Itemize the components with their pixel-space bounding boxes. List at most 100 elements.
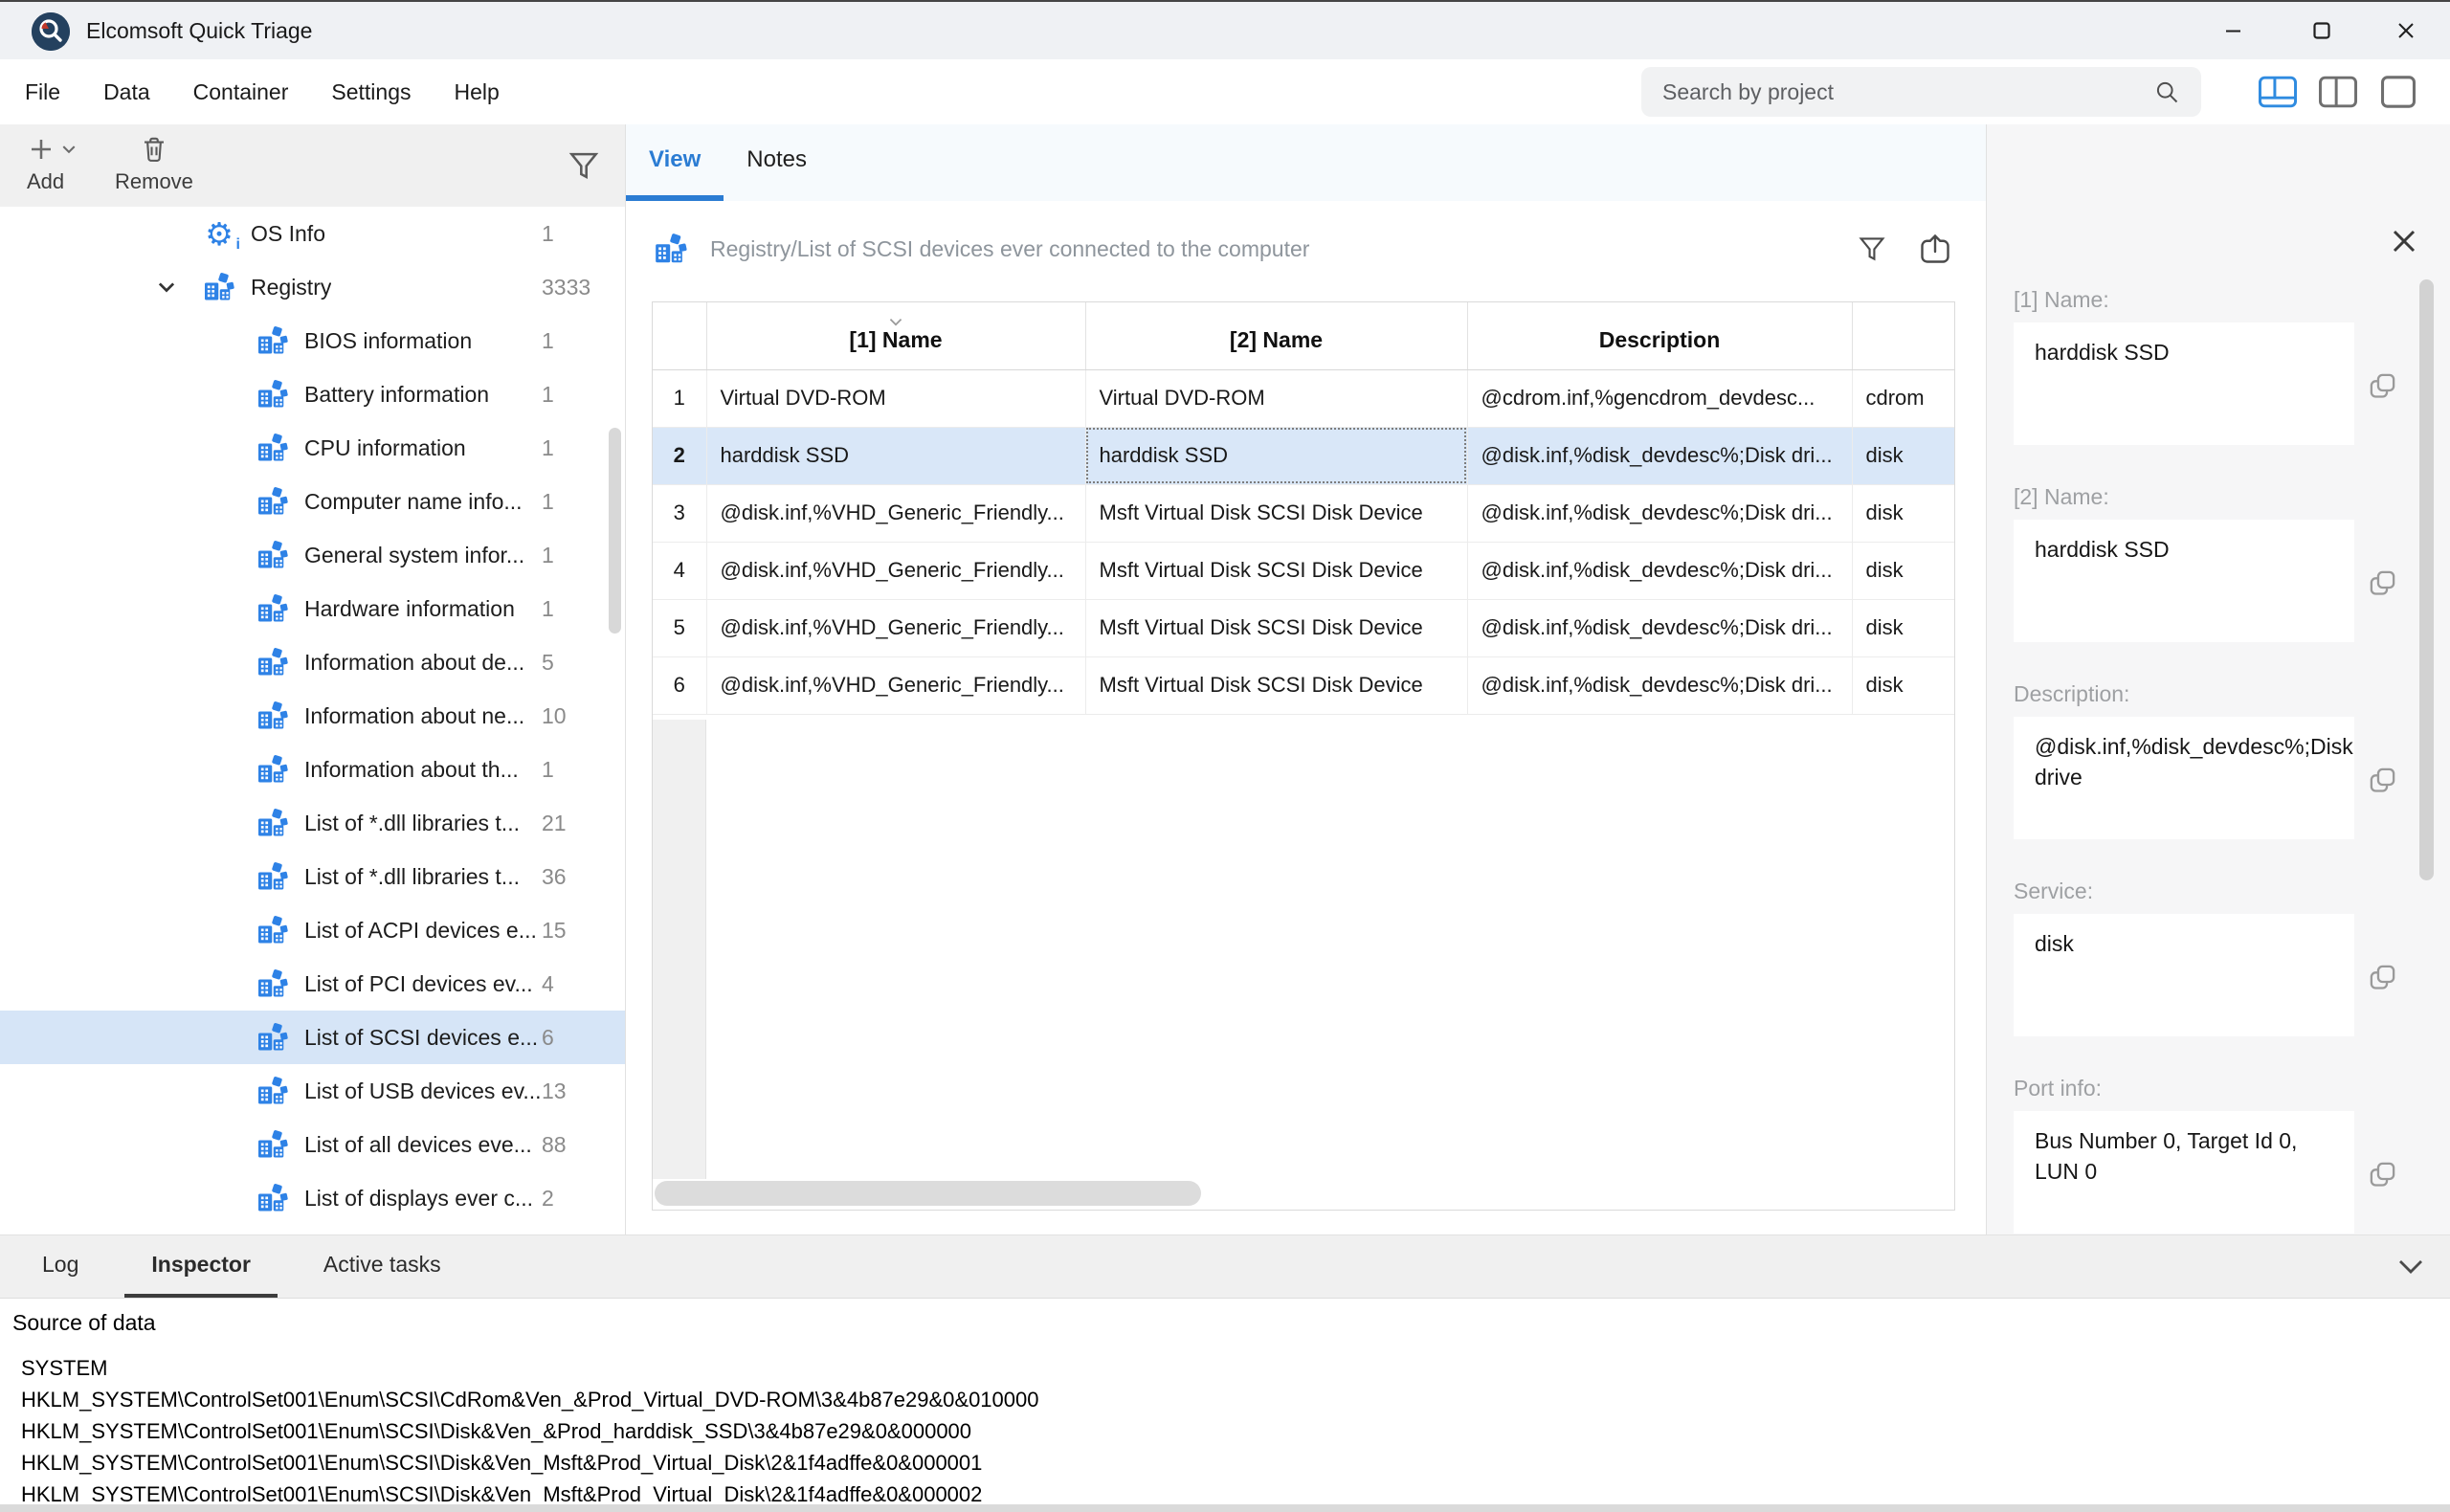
col-name2[interactable]: [2] Name — [1085, 302, 1467, 369]
layout-single-button[interactable] — [2375, 68, 2421, 116]
table-row[interactable]: 4 @disk.inf,%VHD_Generic_Friendly... Msf… — [653, 542, 1954, 599]
col-service[interactable] — [1852, 302, 1954, 369]
description-cell[interactable]: @disk.inf,%disk_devdesc%;Disk dri... — [1467, 542, 1852, 599]
service-cell[interactable]: disk — [1852, 599, 1954, 656]
tree-item[interactable]: ⚙i Information about ne... 10 — [0, 689, 625, 743]
tree-item[interactable]: ⚙i List of SCSI devices e... 6 — [0, 1011, 625, 1064]
tree-item[interactable]: ⚙i Battery information 1 — [0, 367, 625, 421]
menu-file[interactable]: File — [25, 79, 60, 105]
table-row[interactable]: 3 @disk.inf,%VHD_Generic_Friendly... Msf… — [653, 484, 1954, 542]
copy-button[interactable] — [2368, 568, 2397, 598]
name1-cell[interactable]: @disk.inf,%VHD_Generic_Friendly... — [706, 656, 1085, 714]
bottom-tab[interactable]: Active tasks — [320, 1235, 445, 1298]
layout-split-bottom-button[interactable] — [2255, 68, 2301, 116]
menu-help[interactable]: Help — [455, 79, 500, 105]
table-row[interactable]: 5 @disk.inf,%VHD_Generic_Friendly... Msf… — [653, 599, 1954, 656]
maximize-button[interactable] — [2278, 2, 2366, 59]
name1-cell[interactable]: harddisk SSD — [706, 427, 1085, 484]
name2-cell[interactable]: Msft Virtual Disk SCSI Disk Device — [1085, 599, 1467, 656]
detail-close-button[interactable] — [2387, 224, 2421, 258]
tree-item[interactable]: ⚙i Hardware information 1 — [0, 582, 625, 635]
tree-item[interactable]: ⚙i List of all devices eve... 88 — [0, 1118, 625, 1171]
menu-settings[interactable]: Settings — [331, 79, 411, 105]
col-rownum[interactable] — [653, 302, 706, 369]
chevron-down-icon[interactable] — [157, 260, 201, 314]
detail-scrollbar[interactable] — [2419, 279, 2434, 880]
table-row[interactable]: 6 @disk.inf,%VHD_Generic_Friendly... Msf… — [653, 656, 1954, 714]
registry-path-line[interactable]: HKLM_SYSTEM\ControlSet001\Enum\SCSI\Disk… — [21, 1415, 1039, 1447]
tree-item[interactable]: ⚙i List of displays ever c... 2 — [0, 1171, 625, 1225]
registry-icon — [255, 537, 291, 573]
field-value[interactable]: Bus Number 0, Target Id 0, LUN 0 — [2014, 1111, 2354, 1234]
field-value[interactable]: harddisk SSD — [2014, 520, 2354, 642]
col-description[interactable]: Description — [1467, 302, 1852, 369]
tree-item[interactable]: ⚙i BIOS information 1 — [0, 314, 625, 367]
table-row[interactable]: 1 Virtual DVD-ROM Virtual DVD-ROM @cdrom… — [653, 369, 1954, 427]
tree-item[interactable]: ⚙i List of PCI devices ev... 4 — [0, 957, 625, 1011]
copy-button[interactable] — [2368, 1160, 2397, 1190]
name2-cell[interactable]: Msft Virtual Disk SCSI Disk Device — [1085, 484, 1467, 542]
tree-scrollbar[interactable] — [609, 428, 621, 634]
table-filter-button[interactable] — [1851, 228, 1893, 270]
tree-item-label: BIOS information — [304, 328, 472, 354]
name2-cell[interactable]: harddisk SSD — [1085, 427, 1467, 484]
service-cell[interactable]: disk — [1852, 542, 1954, 599]
layout-split-vertical-button[interactable] — [2315, 68, 2361, 116]
close-button[interactable] — [2362, 2, 2450, 59]
registry-path-line[interactable]: HKLM_SYSTEM\ControlSet001\Enum\SCSI\Disk… — [21, 1447, 1039, 1479]
bottom-tab[interactable]: Inspector — [124, 1235, 278, 1298]
tree-item[interactable]: ⚙i List of *.dll libraries t... 21 — [0, 796, 625, 850]
description-cell[interactable]: @disk.inf,%disk_devdesc%;Disk dri... — [1467, 484, 1852, 542]
tree-item[interactable]: ⚙i Information about th... 1 — [0, 743, 625, 796]
col-name1[interactable]: [1] Name — [706, 302, 1085, 369]
tree-item[interactable]: ⚙i Information about de... 5 — [0, 635, 625, 689]
table-row[interactable]: 2 harddisk SSD harddisk SSD @disk.inf,%d… — [653, 427, 1954, 484]
service-cell[interactable]: cdrom — [1852, 369, 1954, 427]
tree-item[interactable]: ⚙i Computer name info... 1 — [0, 475, 625, 528]
description-cell[interactable]: @disk.inf,%disk_devdesc%;Disk dri... — [1467, 656, 1852, 714]
copy-button[interactable] — [2368, 371, 2397, 401]
remove-button[interactable]: Remove — [115, 132, 193, 194]
registry-path-line[interactable]: HKLM_SYSTEM\ControlSet001\Enum\SCSI\CdRo… — [21, 1384, 1039, 1415]
tree-item[interactable]: ⚙i List of USB devices ev... 13 — [0, 1064, 625, 1118]
service-cell[interactable]: disk — [1852, 484, 1954, 542]
collapse-panel-button[interactable] — [2391, 1251, 2431, 1283]
name2-cell[interactable]: Virtual DVD-ROM — [1085, 369, 1467, 427]
tree-item[interactable]: ⚙i List of ACPI devices e... 15 — [0, 903, 625, 957]
copy-button[interactable] — [2368, 963, 2397, 992]
name1-cell[interactable]: @disk.inf,%VHD_Generic_Friendly... — [706, 484, 1085, 542]
name2-cell[interactable]: Msft Virtual Disk SCSI Disk Device — [1085, 656, 1467, 714]
tree-item[interactable]: ⚙i General system infor... 1 — [0, 528, 625, 582]
menu-container[interactable]: Container — [193, 79, 289, 105]
minimize-button[interactable] — [2190, 2, 2278, 59]
add-button[interactable]: Add — [27, 132, 77, 194]
tree-item[interactable]: ⚙i Registry 3333 — [0, 260, 625, 314]
field-value[interactable]: @disk.inf,%disk_devdesc%;Disk drive — [2014, 717, 2354, 839]
name2-cell[interactable]: Msft Virtual Disk SCSI Disk Device — [1085, 542, 1467, 599]
description-cell[interactable]: @disk.inf,%disk_devdesc%;Disk dri... — [1467, 599, 1852, 656]
export-button[interactable] — [1914, 228, 1956, 270]
name1-cell[interactable]: @disk.inf,%VHD_Generic_Friendly... — [706, 599, 1085, 656]
tree-item[interactable]: ⚙i OS Info 1 — [0, 207, 625, 260]
description-cell[interactable]: @disk.inf,%disk_devdesc%;Disk dri... — [1467, 427, 1852, 484]
registry-path-line[interactable]: SYSTEM — [21, 1352, 1039, 1384]
field-value[interactable]: harddisk SSD — [2014, 322, 2354, 445]
name1-cell[interactable]: Virtual DVD-ROM — [706, 369, 1085, 427]
bottom-tab[interactable]: Log — [38, 1235, 82, 1298]
horizontal-scrollbar[interactable] — [655, 1181, 1201, 1206]
tree-item[interactable]: ⚙i List of *.dll libraries t... 36 — [0, 850, 625, 903]
tree-filter-button[interactable] — [566, 147, 602, 184]
menu-data[interactable]: Data — [103, 79, 150, 105]
tab-view[interactable]: View — [626, 124, 724, 201]
name1-cell[interactable]: @disk.inf,%VHD_Generic_Friendly... — [706, 542, 1085, 599]
tree-item-count: 1 — [542, 328, 554, 354]
tree-item[interactable]: ⚙i CPU information 1 — [0, 421, 625, 475]
service-cell[interactable]: disk — [1852, 427, 1954, 484]
app-window: { "window": { "title": "Elcomsoft Quick … — [0, 0, 2450, 1512]
description-cell[interactable]: @cdrom.inf,%gencdrom_devdesc... — [1467, 369, 1852, 427]
copy-button[interactable] — [2368, 766, 2397, 795]
service-cell[interactable]: disk — [1852, 656, 1954, 714]
search-input[interactable] — [1662, 79, 2153, 105]
tab-notes[interactable]: Notes — [724, 124, 830, 201]
field-value[interactable]: disk — [2014, 914, 2354, 1036]
